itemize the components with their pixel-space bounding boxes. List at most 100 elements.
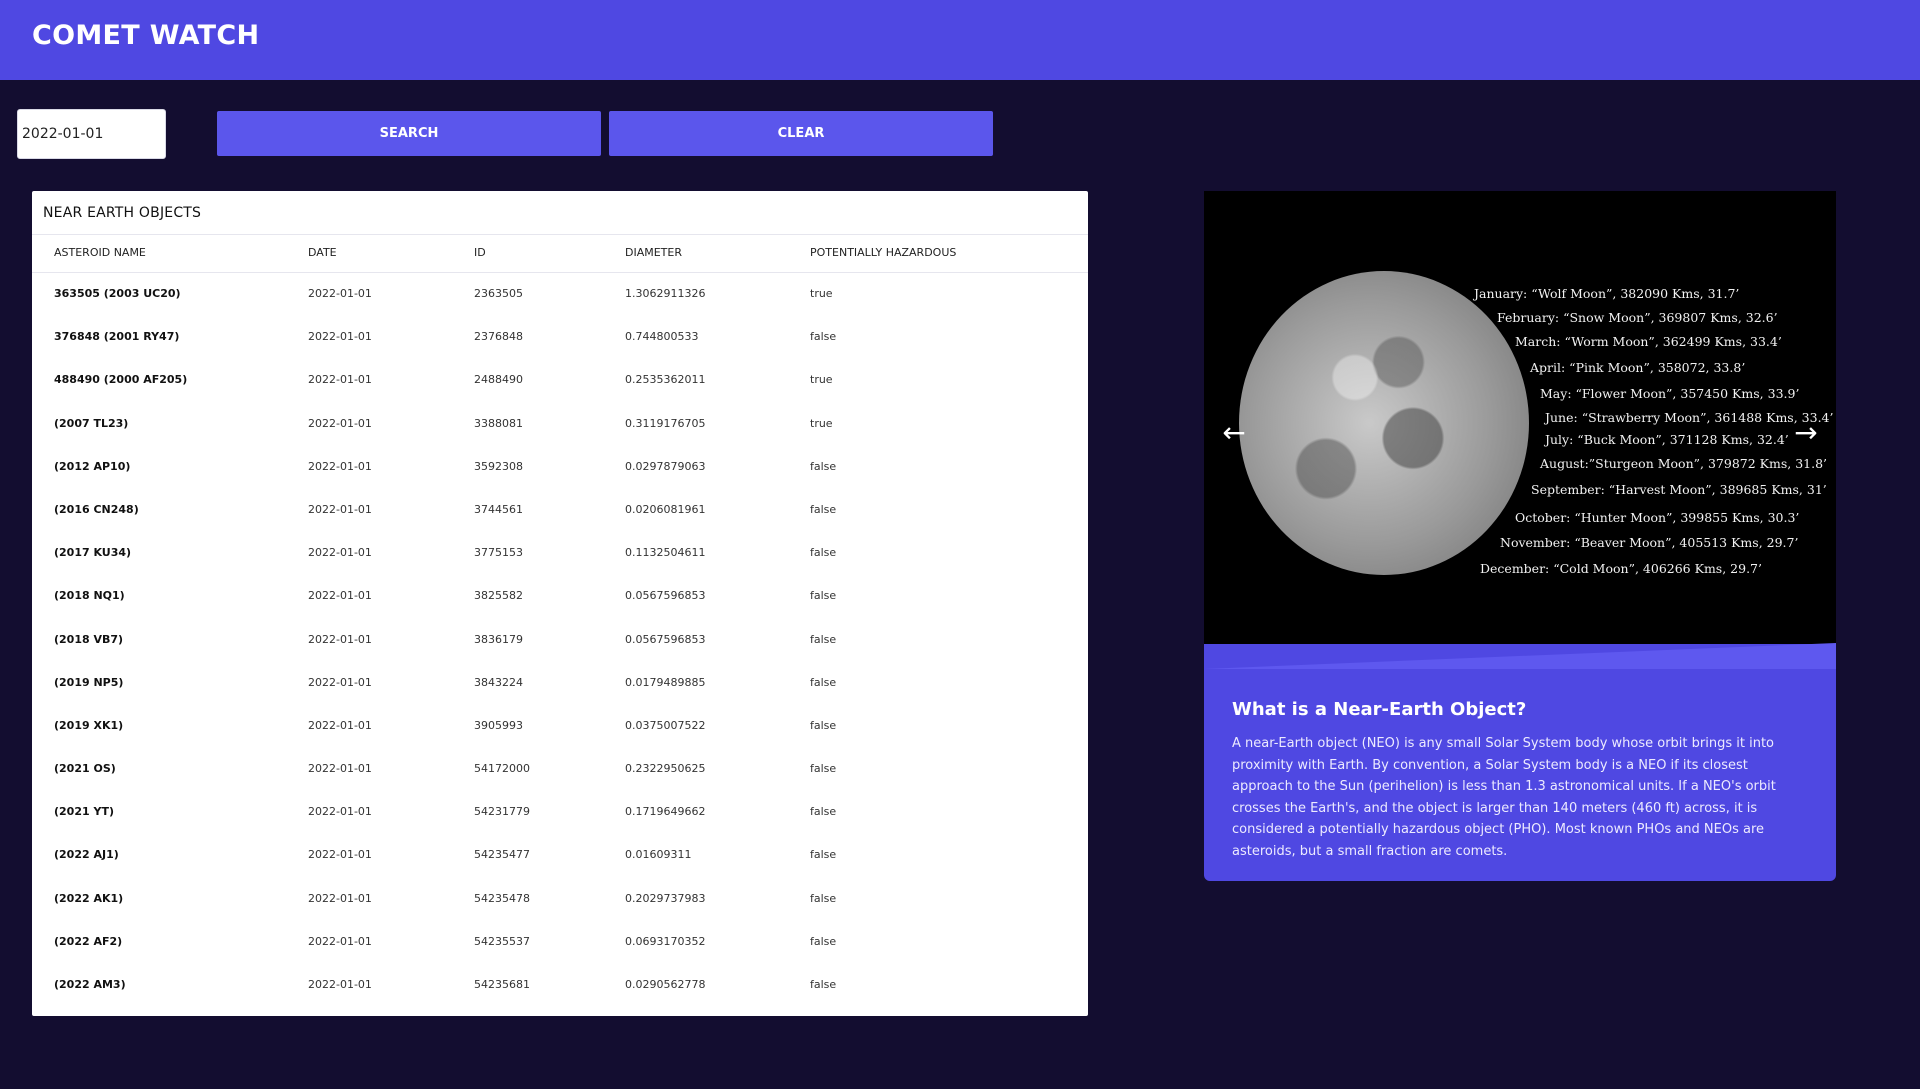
cell-id: 3388081	[474, 416, 523, 430]
cell-hazardous: false	[810, 632, 837, 646]
table-row[interactable]: (2019 XK1) 2022-01-01 3905993 0.0375007522 f…	[32, 705, 1088, 748]
cell-id: 54235537	[474, 934, 530, 948]
cell-id: 54235477	[474, 848, 530, 862]
cell-date: 2022-01-01	[308, 546, 372, 560]
table-row[interactable]: (2022 AJ1) 2022-01-01 54235477 0.01609311 fa…	[32, 834, 1088, 877]
cell-diameter: 0.0290562778	[625, 978, 706, 991]
cell-diameter: 0.2029737983	[625, 891, 706, 905]
cell-hazardous: false	[810, 675, 837, 689]
clear-button[interactable]: CLEAR	[609, 111, 993, 156]
cell-hazardous: false	[810, 718, 837, 732]
column-header-diameter[interactable]: DIAMETER	[625, 246, 682, 259]
cell-name: (2022 AF2)	[54, 934, 123, 948]
cell-date: 2022-01-01	[308, 762, 372, 776]
cell-diameter: 0.744800533	[625, 330, 699, 344]
cell-id: 3905993	[474, 718, 523, 732]
table-title: NEAR EARTH OBJECTS	[43, 205, 202, 221]
table-row[interactable]: (2018 NQ1) 2022-01-01 3825582 0.0567596853 f…	[32, 575, 1088, 618]
cell-diameter: 0.0567596853	[625, 632, 706, 646]
cell-date: 2022-01-01	[308, 589, 372, 603]
cell-name: (2007 TL23)	[54, 416, 129, 430]
cell-diameter: 0.0375007522	[625, 718, 706, 732]
cell-hazardous: false	[810, 459, 837, 473]
moon-month-label: February: “Snow Moon”, 369807 Kms, 32.6’	[1497, 310, 1778, 325]
table-body: 363505 (2003 UC20) 2022-01-01 2363505 1.306…	[32, 273, 1088, 1007]
cell-hazardous: false	[810, 330, 837, 344]
cell-hazardous: false	[810, 805, 837, 819]
cell-hazardous: false	[810, 848, 837, 862]
moon-month-label: April: “Pink Moon”, 358072, 33.8’	[1530, 360, 1746, 375]
cell-name: (2012 AP10)	[54, 459, 131, 473]
moon-month-label: September: “Harvest Moon”, 389685 Kms, 3…	[1531, 482, 1827, 497]
cell-date: 2022-01-01	[308, 978, 372, 991]
moon-month-label: December: “Cold Moon”, 406266 Kms, 29.7’	[1480, 561, 1762, 576]
cell-date: 2022-01-01	[308, 934, 372, 948]
cell-diameter: 0.0179489885	[625, 675, 706, 689]
table-row[interactable]: (2022 AF2) 2022-01-01 54235537 0.0693170352…	[32, 921, 1088, 964]
table-row[interactable]: 363505 (2003 UC20) 2022-01-01 2363505 1.306…	[32, 273, 1088, 316]
table-row[interactable]: (2017 KU34) 2022-01-01 3775153 0.1132504611…	[32, 532, 1088, 575]
cell-diameter: 1.3062911326	[625, 287, 706, 300]
cell-hazardous: true	[810, 287, 833, 300]
app-title: COMET WATCH	[32, 20, 260, 51]
cell-id: 2488490	[474, 373, 523, 387]
arrow-left-icon[interactable]: ←	[1220, 419, 1248, 447]
table-row[interactable]: (2021 OS) 2022-01-01 54172000 0.2322950625 f…	[32, 748, 1088, 791]
cell-hazardous: false	[810, 762, 837, 776]
cell-hazardous: false	[810, 978, 837, 991]
moon-month-label: August:”Sturgeon Moon”, 379872 Kms, 31.8…	[1540, 456, 1828, 471]
cell-date: 2022-01-01	[308, 848, 372, 862]
column-header-name[interactable]: ASTEROID NAME	[54, 246, 146, 259]
moon-month-label: November: “Beaver Moon”, 405513 Kms, 29.…	[1500, 535, 1799, 550]
column-header-hazardous[interactable]: POTENTIALLY HAZARDOUS	[810, 246, 956, 259]
table-row[interactable]: (2019 NP5) 2022-01-01 3843224 0.0179489885 f…	[32, 662, 1088, 705]
table-row[interactable]: 376848 (2001 RY47) 2022-01-01 2376848 0.744…	[32, 316, 1088, 359]
cell-name: (2019 XK1)	[54, 718, 124, 732]
search-button[interactable]: SEARCH	[217, 111, 601, 156]
cell-diameter: 0.3119176705	[625, 416, 706, 430]
cell-id: 3825582	[474, 589, 523, 603]
cell-name: 363505 (2003 UC20)	[54, 287, 181, 300]
table-row[interactable]: (2021 YT) 2022-01-01 54231779 0.1719649662 f…	[32, 791, 1088, 834]
cell-diameter: 0.0693170352	[625, 934, 706, 948]
column-header-id[interactable]: ID	[474, 246, 486, 259]
app-header: COMET WATCH	[0, 0, 1920, 80]
cell-id: 2363505	[474, 287, 523, 300]
cell-diameter: 0.0206081961	[625, 502, 706, 516]
cell-name: (2022 AK1)	[54, 891, 124, 905]
cell-diameter: 0.01609311	[625, 848, 692, 862]
cell-hazardous: false	[810, 934, 837, 948]
neo-table-card: NEAR EARTH OBJECTS ASTEROID NAME DATE ID…	[32, 191, 1088, 1016]
cell-diameter: 0.1132504611	[625, 546, 706, 560]
cell-diameter: 0.0297879063	[625, 459, 706, 473]
cell-diameter: 0.2322950625	[625, 762, 706, 776]
cell-hazardous: true	[810, 416, 833, 430]
moon-month-label: July: “Buck Moon”, 371128 Kms, 32.4’	[1545, 432, 1789, 447]
cell-id: 54235478	[474, 891, 530, 905]
table-row[interactable]: (2007 TL23) 2022-01-01 3388081 0.3119176705…	[32, 403, 1088, 446]
cell-name: (2019 NP5)	[54, 675, 124, 689]
arrow-right-icon[interactable]: →	[1792, 419, 1820, 447]
cell-hazardous: false	[810, 502, 837, 516]
moon-month-label: June: “Strawberry Moon”, 361488 Kms, 33.…	[1545, 410, 1834, 425]
cell-name: (2018 NQ1)	[54, 589, 125, 603]
cell-name: (2022 AM3)	[54, 978, 126, 991]
moon-month-label: May: “Flower Moon”, 357450 Kms, 33.9’	[1540, 386, 1800, 401]
table-row[interactable]: (2016 CN248) 2022-01-01 3744561 0.020608196…	[32, 489, 1088, 532]
table-row[interactable]: (2012 AP10) 2022-01-01 3592308 0.0297879063…	[32, 446, 1088, 489]
table-row[interactable]: 488490 (2000 AF205) 2022-01-01 2488490 0.25…	[32, 359, 1088, 402]
cell-name: (2018 VB7)	[54, 632, 124, 646]
table-row[interactable]: (2018 VB7) 2022-01-01 3836179 0.0567596853 f…	[32, 619, 1088, 662]
cell-name: (2017 KU34)	[54, 546, 132, 560]
date-input[interactable]	[17, 109, 166, 159]
table-row[interactable]: (2022 AK1) 2022-01-01 54235478 0.2029737983…	[32, 878, 1088, 921]
cell-name: (2022 AJ1)	[54, 848, 119, 862]
column-header-date[interactable]: DATE	[308, 246, 337, 259]
moon-month-label: January: “Wolf Moon”, 382090 Kms, 31.7’	[1474, 286, 1740, 301]
cell-hazardous: true	[810, 373, 833, 387]
cell-id: 3836179	[474, 632, 523, 646]
cell-id: 2376848	[474, 330, 523, 344]
table-row[interactable]: (2022 AM3) 2022-01-01 54235681 0.0290562778…	[32, 964, 1088, 1007]
cell-name: (2021 OS)	[54, 762, 116, 776]
cell-date: 2022-01-01	[308, 330, 372, 344]
